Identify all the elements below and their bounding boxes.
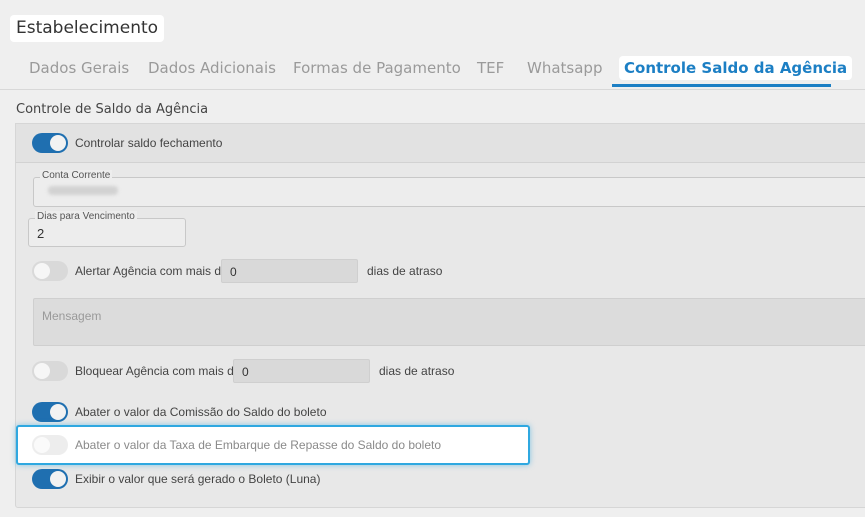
abater-taxa-toggle[interactable] <box>32 435 68 455</box>
abater-comissao-row: Abater o valor da Comissão do Saldo do b… <box>32 402 327 422</box>
mensagem-placeholder: Mensagem <box>42 309 102 323</box>
controlar-saldo-label: Controlar saldo fechamento <box>75 136 223 150</box>
tab-label: Dados Adicionais <box>148 59 276 77</box>
mensagem-textarea[interactable]: Mensagem <box>33 298 865 346</box>
exibir-valor-label: Exibir o valor que será gerado o Boleto … <box>75 472 321 486</box>
tab-whatsapp[interactable]: Whatsapp <box>527 52 602 87</box>
controlar-saldo-row: Controlar saldo fechamento <box>32 133 222 153</box>
abater-comissao-label: Abater o valor da Comissão do Saldo do b… <box>75 405 327 419</box>
alertar-dias-input[interactable]: 0 <box>221 259 358 283</box>
dias-vencimento-value: 2 <box>37 226 45 241</box>
abater-taxa-label: Abater o valor da Taxa de Embarque de Re… <box>75 438 442 452</box>
tab-label: Controle Saldo da Agência <box>619 56 853 80</box>
page-title: Estabelecimento <box>10 15 165 42</box>
section-title: Controle de Saldo da Agência <box>16 102 209 117</box>
bloquear-label: Bloquear Agência com mais de <box>75 364 241 378</box>
abater-taxa-row: Abater o valor da Taxa de Embarque de Re… <box>32 435 441 455</box>
bloquear-row: Bloquear Agência com mais de <box>32 361 240 381</box>
dias-vencimento-legend: Dias para Vencimento <box>35 211 137 222</box>
alertar-row: Alertar Agência com mais de <box>32 261 228 281</box>
alertar-toggle[interactable] <box>32 261 68 281</box>
abater-comissao-toggle[interactable] <box>32 402 68 422</box>
alertar-label: Alertar Agência com mais de <box>75 264 228 278</box>
tab-label: Dados Gerais <box>29 59 130 77</box>
bloquear-dias-input[interactable]: 0 <box>233 359 370 383</box>
active-tab-indicator <box>612 84 831 87</box>
dias-vencimento-field[interactable]: Dias para Vencimento 2 <box>28 211 186 247</box>
alertar-suffix: dias de atraso <box>367 264 443 278</box>
tab-label: TEF <box>477 59 505 77</box>
tab-label: Formas de Pagamento <box>293 59 461 77</box>
tab-dados-gerais[interactable]: Dados Gerais <box>29 52 129 87</box>
tab-formas-de-pagamento[interactable]: Formas de Pagamento <box>293 52 461 87</box>
bloquear-toggle[interactable] <box>32 361 68 381</box>
conta-corrente-legend: Conta Corrente <box>40 170 113 181</box>
exibir-valor-toggle[interactable] <box>32 469 68 489</box>
conta-corrente-value-redacted <box>48 186 118 195</box>
bloquear-suffix: dias de atraso <box>379 364 455 378</box>
conta-corrente-field[interactable]: Conta Corrente <box>33 170 865 207</box>
tab-tef[interactable]: TEF <box>477 52 504 87</box>
controlar-saldo-toggle[interactable] <box>32 133 68 153</box>
app-window: Estabelecimento Dados Gerais Dados Adici… <box>0 0 865 517</box>
tab-dados-adicionais[interactable]: Dados Adicionais <box>148 52 276 87</box>
exibir-valor-row: Exibir o valor que será gerado o Boleto … <box>32 469 320 489</box>
tab-controle-saldo-agencia[interactable]: Controle Saldo da Agência <box>619 52 853 87</box>
tab-label: Whatsapp <box>527 59 603 77</box>
